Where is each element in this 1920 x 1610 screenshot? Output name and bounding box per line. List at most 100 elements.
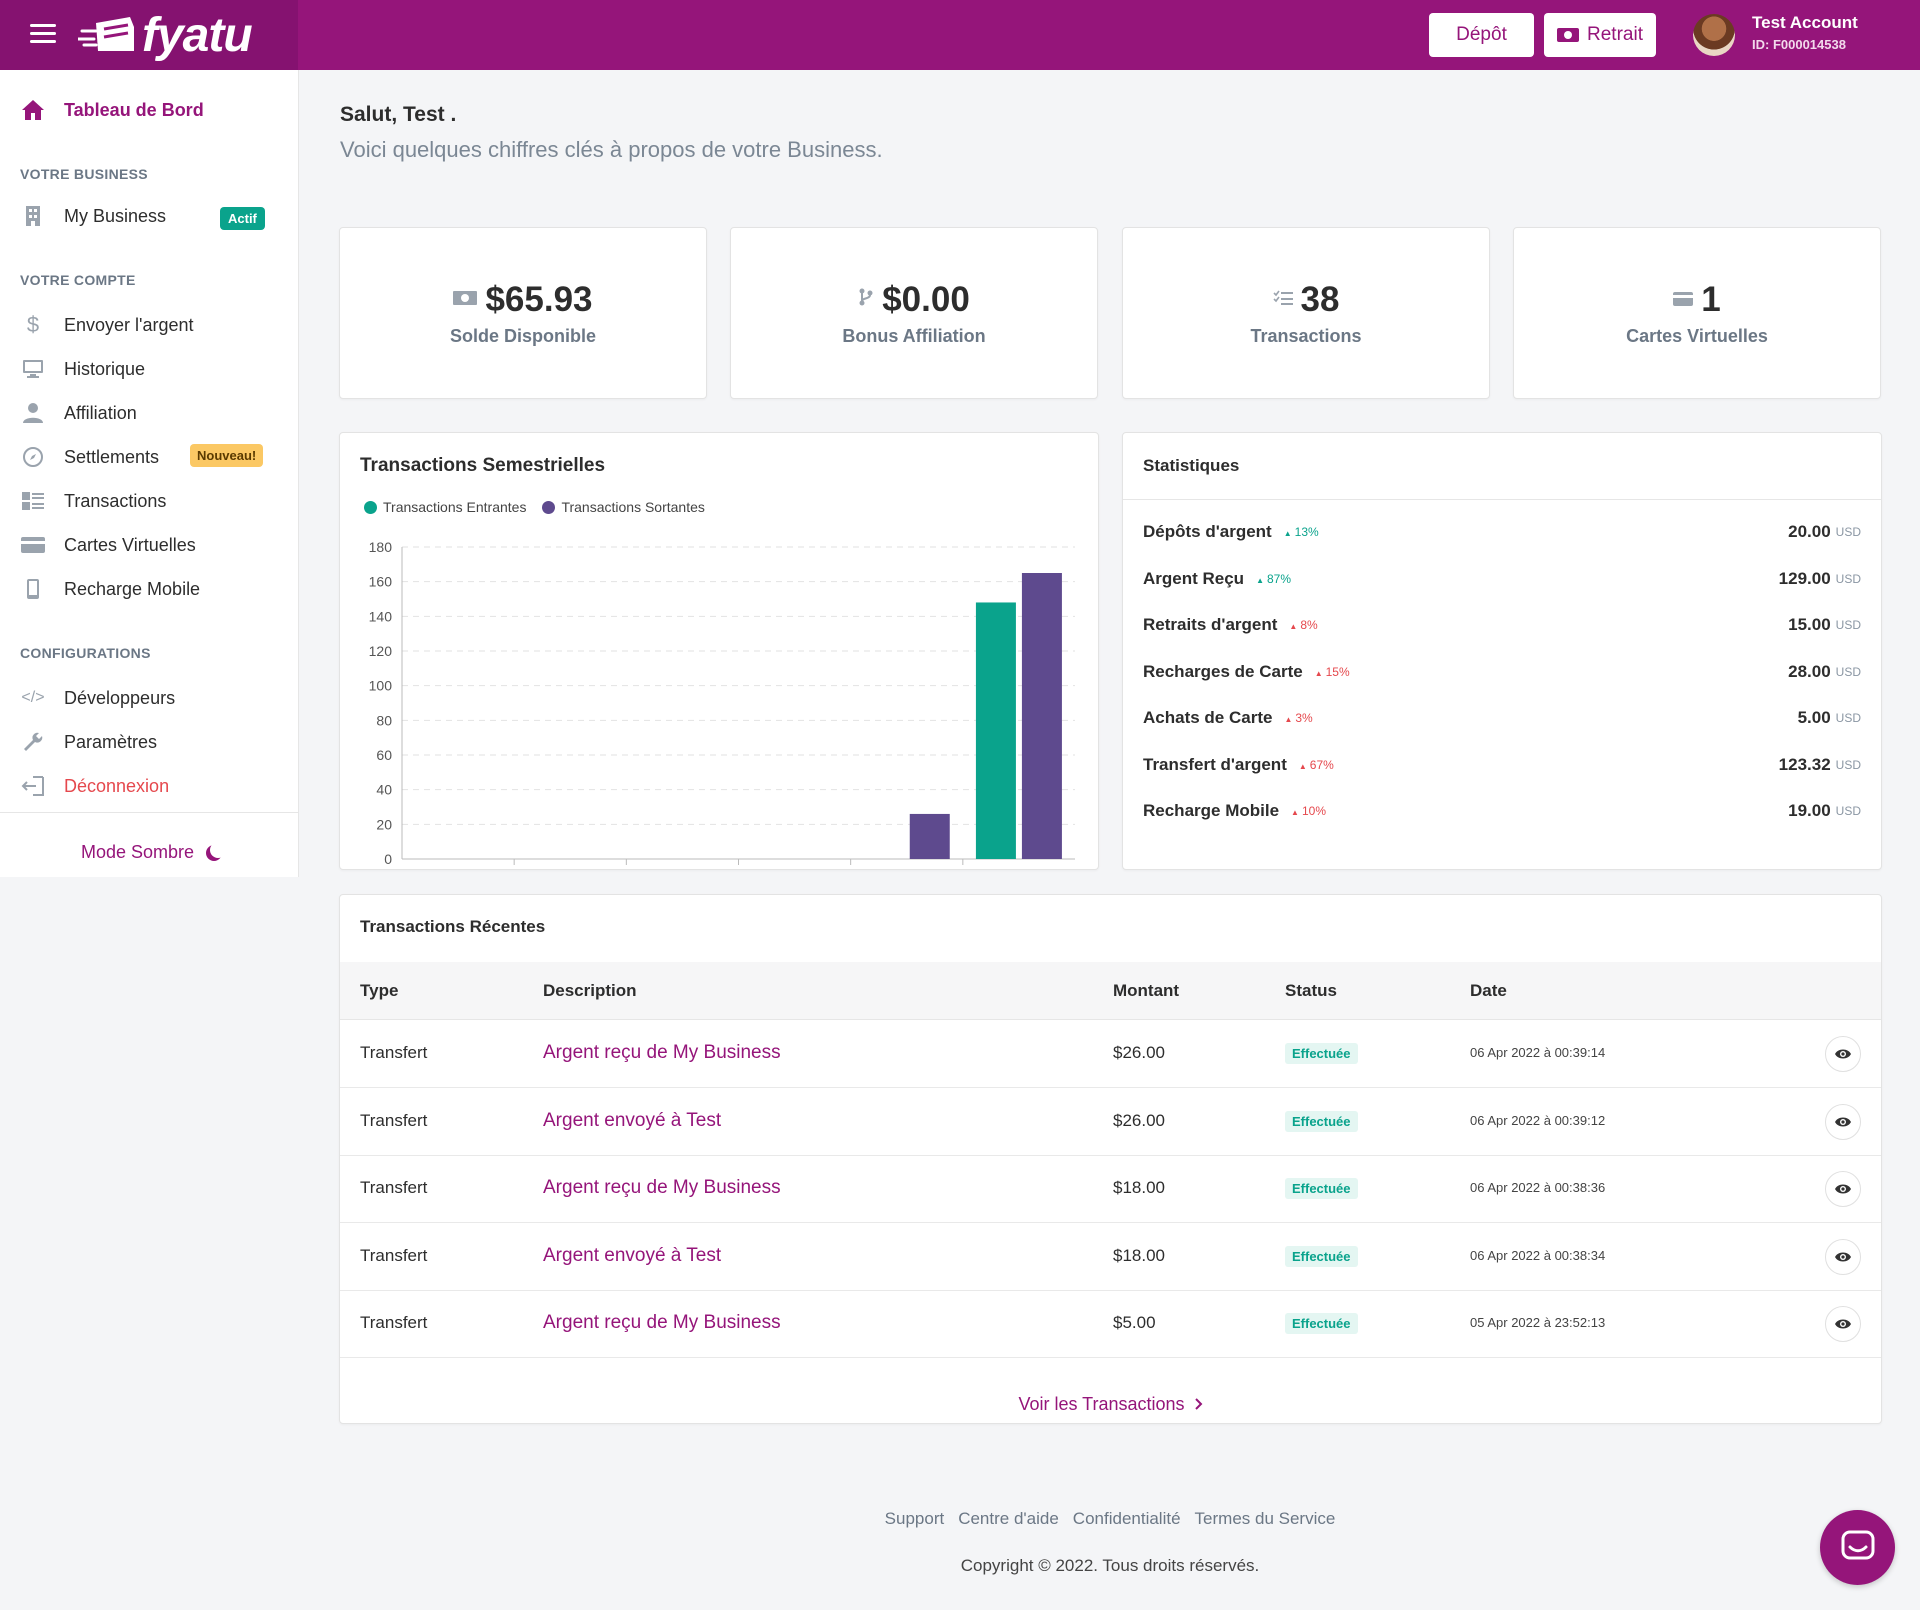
sidebar-item-label: Settlements: [64, 446, 160, 467]
stat-label: Cartes Virtuelles: [1626, 326, 1768, 346]
footer-link-terms[interactable]: Termes du Service: [1195, 1509, 1336, 1529]
view-button[interactable]: [1825, 1238, 1861, 1275]
table-row: Transfert Argent envoyé à Test $18.00 Effec…: [340, 1224, 1881, 1291]
statistic-row: Achats de Carte ▲ 3% 5.00 USD: [1143, 703, 1861, 733]
cash-icon: [1557, 28, 1580, 42]
x-tick-label: Nov 2021: [428, 868, 488, 871]
statistic-amount: 20.00: [1788, 522, 1831, 541]
chart-card: Transactions Semestrielles Transactions …: [339, 432, 1099, 871]
bar-incoming: [975, 602, 1016, 859]
view-transactions-link[interactable]: Voir les Transactions: [1018, 1394, 1202, 1415]
cell-description-link[interactable]: Argent envoyé à Test: [543, 1110, 721, 1132]
section-account: VOTRE COMPTE: [20, 272, 136, 288]
avatar[interactable]: [1693, 14, 1735, 56]
statistics-title: Statistiques: [1143, 456, 1240, 475]
sidebar-item-label: Développeurs: [64, 687, 176, 708]
cell-description-link[interactable]: Argent envoyé à Test: [543, 1245, 721, 1267]
sidebar-item-logout[interactable]: Déconnexion: [20, 771, 169, 801]
moon-icon: [210, 842, 226, 858]
sidebar-item-mobile-recharge[interactable]: Recharge Mobile: [20, 574, 200, 604]
sidebar-item-send-money[interactable]: $ Envoyer l'argent: [20, 310, 194, 340]
stat-card-virtual-cards: 1 Cartes Virtuelles: [1513, 227, 1881, 399]
statistic-name: Retraits d'argent: [1143, 615, 1278, 634]
depot-button[interactable]: Dépôt: [1429, 13, 1534, 57]
sidebar-item-settlements[interactable]: Settlements: [20, 442, 159, 472]
statistic-amount: 5.00: [1797, 708, 1831, 727]
account-name[interactable]: Test Account: [1752, 13, 1858, 33]
footer-link-privacy[interactable]: Confidentialité: [1073, 1509, 1181, 1529]
cell-date: 06 Apr 2022 à 00:38:34: [1470, 1247, 1606, 1263]
menu-toggle-icon[interactable]: [30, 24, 56, 44]
bar-outgoing: [909, 813, 950, 859]
dark-mode-toggle[interactable]: Mode Sombre: [81, 842, 220, 863]
cell-type: Transfert: [360, 1110, 428, 1130]
y-tick-label: 120: [369, 643, 393, 659]
cell-date: 06 Apr 2022 à 00:39:14: [1470, 1045, 1606, 1060]
chat-button[interactable]: [1820, 1510, 1895, 1585]
user-icon: [20, 401, 46, 425]
sidebar-item-transactions[interactable]: Transactions: [20, 486, 166, 516]
statistic-name: Recharges de Carte: [1143, 661, 1303, 681]
cell-amount: $26.00: [1113, 1043, 1165, 1062]
logo[interactable]: fyatu: [78, 9, 253, 62]
cell-date: 05 Apr 2022 à 23:52:13: [1470, 1315, 1606, 1330]
sidebar-item-affiliation[interactable]: Affiliation: [20, 398, 137, 428]
sidebar-item-history[interactable]: Historique: [20, 354, 145, 384]
sidebar-item-virtual-cards[interactable]: Cartes Virtuelles: [20, 530, 196, 560]
view-button[interactable]: [1825, 1171, 1861, 1207]
account-id: ID: F000014538: [1752, 37, 1846, 52]
sidebar-item-my-business[interactable]: My Business: [20, 201, 166, 231]
arrow-up-icon: ▲: [1284, 715, 1293, 724]
statistic-name: Dépôts d'argent: [1143, 522, 1272, 541]
statistic-currency: USD: [1835, 757, 1861, 772]
status-badge: Effectuée: [1285, 1110, 1358, 1132]
card-icon: [20, 533, 46, 557]
cell-description-link[interactable]: Argent reçu de My Business: [543, 1312, 781, 1334]
cell-date: 06 Apr 2022 à 00:38:36: [1470, 1180, 1606, 1195]
sidebar-item-dashboard[interactable]: Tableau de Bord: [20, 95, 204, 125]
cell-description-link[interactable]: Argent reçu de My Business: [543, 1177, 781, 1199]
column-header-amount: Montant: [1113, 981, 1180, 1000]
view-button[interactable]: [1825, 1103, 1861, 1140]
branch-icon: [858, 287, 874, 313]
statistic-currency: USD: [1835, 525, 1861, 539]
page-title: Salut, Test .: [340, 103, 457, 126]
footer-links: Support Centre d'aide Confidentialité Te…: [0, 1509, 1920, 1529]
sidebar-item-settings[interactable]: Paramètres: [20, 727, 157, 757]
status-badge: Effectuée: [1285, 1178, 1358, 1199]
stat-value: $65.93: [485, 280, 593, 319]
statistic-row: Dépôts d'argent ▲ 13% 20.00 USD: [1143, 517, 1861, 547]
view-button[interactable]: [1825, 1306, 1861, 1342]
arrow-up-icon: ▲: [1298, 761, 1307, 771]
footer-link-support[interactable]: Support: [885, 1509, 945, 1529]
recent-transactions-card: Transactions Récentes Type Description M…: [339, 894, 1882, 1424]
sidebar-item-label: Tableau de Bord: [64, 99, 204, 120]
cell-type: Transfert: [360, 1043, 428, 1062]
statistic-percent: 87%: [1267, 571, 1292, 586]
statistic-row: Recharges de Carte ▲ 15% 28.00 USD: [1143, 657, 1861, 687]
y-tick-label: 180: [369, 539, 393, 555]
cell-amount: $18.00: [1113, 1178, 1165, 1197]
column-header-date: Date: [1470, 981, 1507, 1000]
wrench-icon: [20, 730, 46, 754]
retrait-button[interactable]: Retrait: [1544, 13, 1656, 57]
bar-chart: 0 20 40 60 80 100 120 140 160 180 Nov 2021 Dec 2021…: [369, 539, 1075, 871]
stat-label: Solde Disponible: [449, 326, 596, 346]
arrow-up-icon: ▲: [1256, 575, 1264, 585]
sidebar-item-developers[interactable]: </> Développeurs: [20, 683, 175, 713]
statistic-row: Transfert d'argent ▲ 67% 123.32 USD: [1143, 750, 1861, 780]
stat-label: Bonus Affiliation: [842, 326, 986, 346]
stat-card-transactions: 38 Transactions: [1122, 227, 1490, 399]
sidebar-item-label: Envoyer l'argent: [64, 314, 194, 335]
statistic-change: ▲ 3%: [1284, 711, 1312, 725]
statistic-currency: USD: [1835, 804, 1861, 818]
cell-description-link[interactable]: Argent reçu de My Business: [543, 1042, 781, 1064]
cell-type: Transfert: [360, 1245, 428, 1265]
wallet-logo-icon: [78, 17, 134, 51]
dark-mode-label: Mode Sombre: [81, 842, 195, 862]
view-button[interactable]: [1825, 1036, 1861, 1072]
logout-icon: [20, 774, 46, 798]
mobile-icon: [20, 577, 46, 601]
sidebar-item-label: Transactions: [64, 490, 167, 511]
footer-link-help[interactable]: Centre d'aide: [958, 1509, 1059, 1529]
